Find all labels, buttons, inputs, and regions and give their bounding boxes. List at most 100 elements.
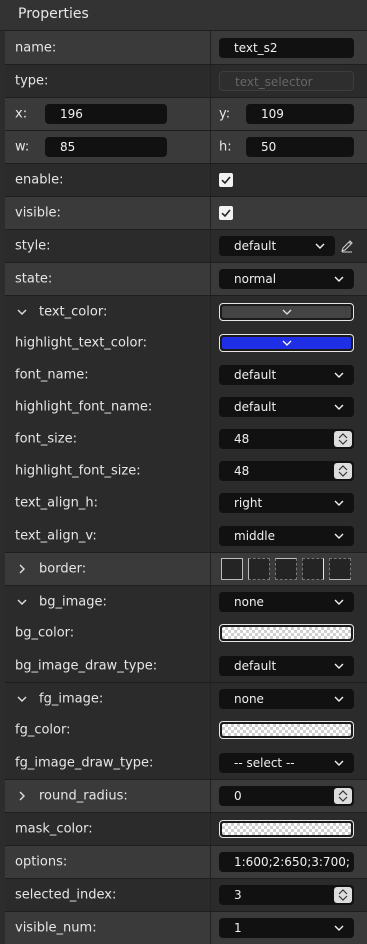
prop-row-mask-color: mask_color: xyxy=(5,812,367,845)
prop-row-enable: enable: xyxy=(5,163,367,196)
visible-num-value: 1 xyxy=(234,921,242,935)
chevron-down-icon xyxy=(334,758,344,768)
prop-row-text-align-h: text_align_h: right xyxy=(5,487,367,519)
options-input[interactable]: 1:600;2:650;3:700; xyxy=(219,852,354,872)
prop-row-type: type: text_selector xyxy=(5,64,367,97)
border-all-toggle[interactable] xyxy=(221,558,243,580)
mask-color-picker[interactable] xyxy=(219,820,354,838)
chevron-right-icon[interactable] xyxy=(17,564,27,574)
text-align-v-value: middle xyxy=(234,528,275,543)
prop-label-y: y: xyxy=(219,106,231,122)
bg-color-swatch xyxy=(222,627,351,639)
visible-num-select[interactable]: 1 xyxy=(219,918,354,938)
prop-label-fg-image: fg_image: xyxy=(39,691,104,706)
border-bottom-toggle[interactable] xyxy=(329,558,351,580)
prop-row-font-size: font_size: 48 xyxy=(5,423,367,455)
name-input[interactable]: text_s2 xyxy=(219,37,354,58)
chevron-down-icon xyxy=(315,241,325,251)
fg-color-picker[interactable] xyxy=(219,721,354,739)
border-top-toggle[interactable] xyxy=(275,558,297,580)
round-radius-stepper[interactable]: 0 xyxy=(219,786,354,806)
prop-row-highlight-text-color: highlight_text_color: xyxy=(5,327,367,359)
chevron-right-icon[interactable] xyxy=(17,791,27,801)
text-align-v-select[interactable]: middle xyxy=(219,525,354,546)
style-select[interactable]: default xyxy=(219,236,335,256)
edit-style-icon[interactable] xyxy=(340,239,354,253)
stepper-arrows-icon[interactable] xyxy=(334,788,352,804)
selected-index-stepper[interactable]: 3 xyxy=(219,885,354,905)
chevron-down-icon[interactable] xyxy=(17,597,27,607)
chevron-down-icon xyxy=(334,531,344,541)
bg-image-draw-type-value: default xyxy=(234,658,277,673)
prop-row-name: name: text_s2 xyxy=(5,31,367,64)
prop-label-selected-index: selected_index: xyxy=(15,887,117,903)
prop-row-xy: x: 196 y: 109 xyxy=(5,97,367,130)
highlight-text-color-picker[interactable] xyxy=(219,334,354,352)
bg-color-picker[interactable] xyxy=(219,624,354,642)
prop-row-visible: visible: xyxy=(5,196,367,229)
text-align-h-select[interactable]: right xyxy=(219,493,354,513)
prop-row-fg-color: fg_color: xyxy=(5,714,367,746)
font-size-value: 48 xyxy=(234,432,250,446)
prop-row-highlight-font-size: highlight_font_size: 48 xyxy=(5,455,367,487)
prop-label-x: x: xyxy=(15,106,28,122)
text-color-picker[interactable] xyxy=(219,302,354,321)
bg-image-draw-type-select[interactable]: default xyxy=(219,655,354,676)
chevron-down-icon xyxy=(334,402,344,412)
style-select-value: default xyxy=(234,239,277,253)
prop-label-text-align-v: text_align_v: xyxy=(15,528,97,543)
state-select[interactable]: normal xyxy=(219,269,354,289)
chevron-down-icon[interactable] xyxy=(17,694,27,704)
prop-row-style: style: default xyxy=(5,229,367,262)
prop-row-options: options: 1:600;2:650;3:700; xyxy=(5,845,367,878)
highlight-font-name-value: default xyxy=(234,400,277,414)
font-name-select[interactable]: default xyxy=(219,365,354,385)
prop-label-style: style: xyxy=(15,238,51,254)
prop-label-highlight-font-size: highlight_font_size: xyxy=(15,463,141,479)
fg-image-draw-type-select[interactable]: -- select -- xyxy=(219,752,354,773)
border-right-toggle[interactable] xyxy=(302,558,324,580)
x-input[interactable]: 196 xyxy=(45,104,167,124)
chevron-down-icon xyxy=(282,339,292,347)
chevron-down-icon xyxy=(334,498,344,508)
w-input[interactable]: 85 xyxy=(45,137,167,157)
h-input[interactable]: 50 xyxy=(246,137,354,157)
highlight-font-size-stepper[interactable]: 48 xyxy=(219,461,354,481)
stepper-arrows-icon[interactable] xyxy=(334,431,352,447)
prop-label-bg-color: bg_color: xyxy=(15,625,75,641)
state-select-value: normal xyxy=(234,272,277,286)
chevron-down-icon xyxy=(334,597,344,607)
prop-label-type: type: xyxy=(15,73,49,89)
enable-checkbox[interactable] xyxy=(219,173,233,187)
bg-image-value: none xyxy=(234,594,264,609)
prop-label-state: state: xyxy=(15,271,53,287)
prop-label-font-name: font_name: xyxy=(15,367,89,383)
chevron-down-icon[interactable] xyxy=(17,307,27,317)
prop-row-font-name: font_name: default xyxy=(5,359,367,391)
visible-checkbox[interactable] xyxy=(219,206,233,220)
prop-row-round-radius: round_radius: 0 xyxy=(5,779,367,812)
prop-label-round-radius: round_radius: xyxy=(39,788,128,804)
prop-row-state: state: normal xyxy=(5,262,367,295)
prop-label-mask-color: mask_color: xyxy=(15,821,93,837)
round-radius-value: 0 xyxy=(234,789,242,803)
bg-image-select[interactable]: none xyxy=(219,591,354,612)
prop-label-text-color: text_color: xyxy=(39,304,108,319)
font-name-value: default xyxy=(234,368,277,382)
prop-label-bg-image: bg_image: xyxy=(39,594,107,609)
prop-label-highlight-font-name: highlight_font_name: xyxy=(15,399,153,415)
prop-row-text-align-v: text_align_v: middle xyxy=(5,519,367,552)
highlight-font-name-select[interactable]: default xyxy=(219,397,354,417)
type-input: text_selector xyxy=(219,71,354,91)
font-size-stepper[interactable]: 48 xyxy=(219,429,354,449)
stepper-arrows-icon[interactable] xyxy=(334,463,352,479)
fg-image-select[interactable]: none xyxy=(219,688,354,709)
prop-row-highlight-font-name: highlight_font_name: default xyxy=(5,391,367,423)
prop-row-bg-color: bg_color: xyxy=(5,617,367,649)
y-input[interactable]: 109 xyxy=(246,104,354,124)
border-left-toggle[interactable] xyxy=(248,558,270,580)
prop-row-wh: w: 85 h: 50 xyxy=(5,130,367,163)
stepper-arrows-icon[interactable] xyxy=(334,887,352,903)
prop-label-fg-image-draw-type: fg_image_draw_type: xyxy=(15,755,154,770)
fg-color-swatch xyxy=(222,724,351,736)
